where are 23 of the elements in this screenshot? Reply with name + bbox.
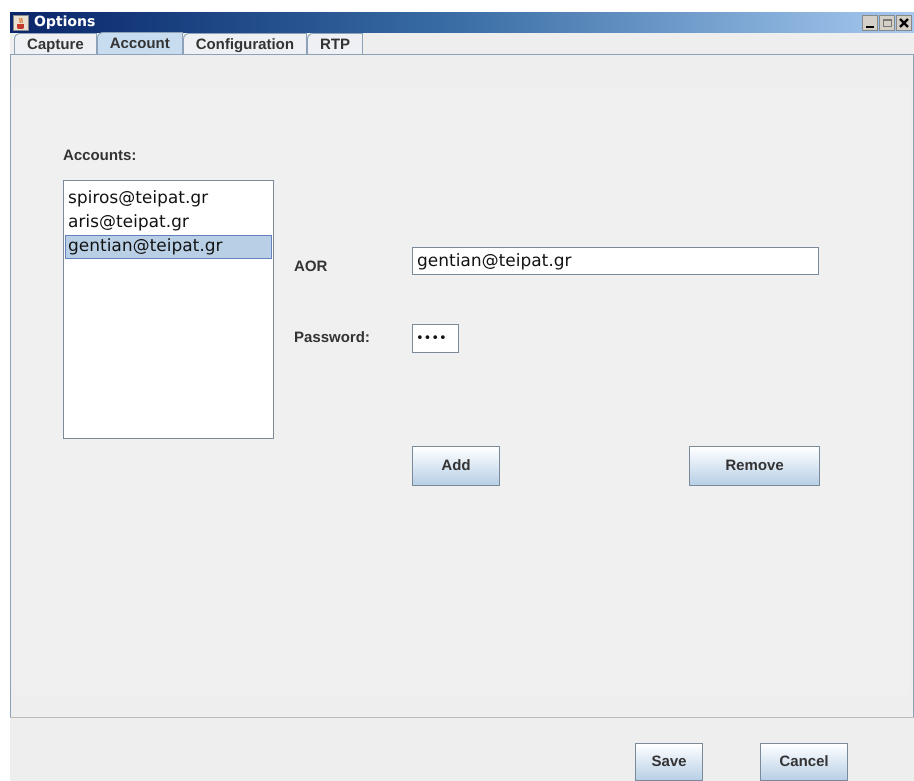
account-list-item[interactable]: gentian@teipat.gr [65, 234, 272, 258]
add-button[interactable]: Add [412, 446, 500, 486]
password-label: Password: [294, 328, 371, 348]
account-list-item[interactable]: spiros@teipat.gr [65, 186, 272, 210]
password-field[interactable]: •••• [412, 324, 459, 353]
aor-field[interactable]: gentian@teipat.gr [412, 247, 819, 275]
window-title: Options [34, 13, 96, 32]
minimize-button[interactable] [862, 14, 878, 30]
save-button[interactable]: Save [635, 743, 703, 781]
tab[interactable]: Capture [14, 33, 97, 54]
cancel-button[interactable]: Cancel [760, 743, 848, 781]
tab[interactable]: Configuration [182, 33, 308, 54]
aor-label: AOR [294, 256, 328, 277]
coffee-cup-icon [13, 14, 29, 30]
close-icon [899, 18, 909, 28]
accounts-label: Accounts: [63, 146, 138, 166]
account-list-item[interactable]: aris@teipat.gr [65, 210, 272, 234]
tab[interactable]: Account [96, 32, 183, 54]
tab[interactable]: RTP [307, 33, 364, 54]
remove-button[interactable]: Remove [689, 446, 820, 486]
maximize-icon [882, 18, 892, 26]
close-button[interactable] [896, 14, 912, 30]
minimize-icon [866, 26, 874, 28]
